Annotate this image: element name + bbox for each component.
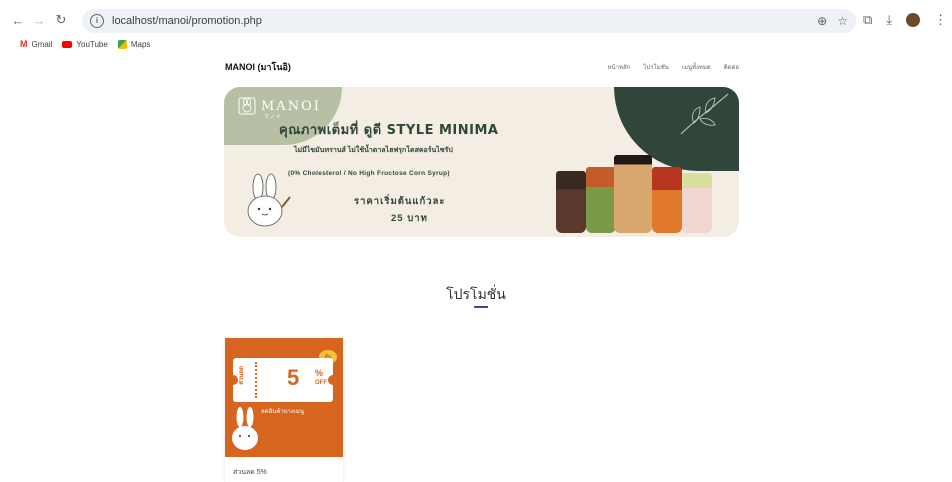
maps-icon	[117, 39, 127, 49]
extensions-icon[interactable]: ⧉	[863, 12, 872, 28]
site-brand[interactable]: MANOI (มาโนอิ)	[225, 60, 291, 74]
hero-banner: MANOI マノイ คุณภาพเต็มที่ ดูดี STYLE MINIM…	[224, 87, 739, 237]
zoom-icon[interactable]: ⊕	[817, 14, 827, 28]
site-info-icon[interactable]: i	[90, 14, 104, 28]
back-arrow-icon[interactable]: ←	[8, 10, 28, 30]
section-underline	[474, 306, 488, 308]
bookmark-label: YouTube	[76, 39, 108, 49]
banner-price-value: 25 บาท	[391, 213, 428, 224]
nav-menu[interactable]: เมนูทั้งหมด	[682, 62, 711, 72]
address-bar[interactable]: i localhost/manoi/promotion.php ⊕ ☆	[82, 9, 856, 33]
promo-caption: ลดสินค้าบางเมนู	[261, 409, 304, 415]
bookmark-label: Maps	[130, 39, 151, 49]
coupon-unit: %	[315, 368, 324, 378]
bookmarks-bar: M Gmail YouTube Maps	[0, 36, 952, 52]
browser-toolbar: ← → ↻ i localhost/manoi/promotion.php ⊕ …	[0, 0, 952, 36]
promotion-image[interactable]: คุ้ม ส่วนลด 5 % OFF ลดสินค้าบางเมนู	[225, 338, 343, 457]
banner-logo: MANOI マノイ	[238, 97, 321, 120]
bookmark-gmail[interactable]: M Gmail	[20, 39, 52, 49]
coupon-off: OFF	[315, 380, 327, 386]
download-icon[interactable]: ⤓	[886, 12, 892, 28]
profile-avatar[interactable]	[906, 13, 921, 27]
youtube-icon	[62, 40, 73, 48]
banner-logo-text: MANOI	[261, 98, 321, 114]
rabbit-logo-icon	[238, 97, 256, 115]
forward-arrow-icon[interactable]: →	[29, 10, 49, 30]
bookmark-label: Gmail	[31, 39, 53, 49]
coupon-value: 5	[287, 365, 300, 390]
bookmark-star-icon[interactable]: ☆	[837, 14, 848, 28]
cup-milk-tea	[614, 155, 652, 233]
bookmark-maps[interactable]: Maps	[117, 39, 151, 49]
bookmark-youtube[interactable]: YouTube	[62, 39, 108, 49]
banner-price-label: ราคาเริ่มต้นแก้วละ	[354, 196, 446, 207]
coupon-graphic: ส่วนลด 5 % OFF	[228, 358, 338, 402]
url-text[interactable]: localhost/manoi/promotion.php	[112, 15, 262, 27]
nav-home[interactable]: หน้าหลัก	[608, 62, 631, 72]
nav-promotion[interactable]: โปรโมชั่น	[643, 62, 669, 72]
nav-contact[interactable]: ติดต่อ	[724, 62, 739, 72]
cup-strawberry	[682, 173, 712, 233]
coupon-side-label: ส่วนลด	[239, 366, 245, 385]
section-title: โปรโมชั่น	[446, 286, 506, 302]
site-nav: หน้าหลัก โปรโมชั่น เมนูทั้งหมด ติดต่อ	[608, 62, 739, 72]
banner-subline: ไม่มีไขมันทรานส์ ไม่ใช้น้ำตาลไฮฟรุกโตสคอ…	[294, 147, 453, 154]
menu-kebab-icon[interactable]: ⋮	[934, 12, 947, 28]
gmail-icon: M	[20, 39, 28, 49]
promotion-card[interactable]: คุ้ม ส่วนลด 5 % OFF ลดสินค้าบางเมนู ส่วน…	[225, 338, 343, 482]
bunny-mascot-icon	[232, 407, 258, 450]
banner-headline: คุณภาพเต็มที่ ดูดี STYLE MINIMA	[279, 123, 499, 138]
banner-subline-english: (0% Cholesterol / No High Fructose Corn …	[288, 170, 450, 177]
site-header: MANOI (มาโนอิ) หน้าหลัก โปรโมชั่น เมนูทั…	[225, 56, 739, 78]
bunny-mascot-icon	[247, 173, 291, 227]
reload-icon[interactable]: ↻	[51, 10, 71, 30]
drink-cups-image	[554, 155, 729, 237]
leaf-branch-icon	[680, 93, 729, 135]
promotion-name[interactable]: ส่วนลด 5%	[233, 467, 267, 478]
cup-matcha	[586, 167, 616, 233]
cup-chocolate	[556, 171, 586, 233]
cup-thai-tea	[652, 167, 682, 233]
